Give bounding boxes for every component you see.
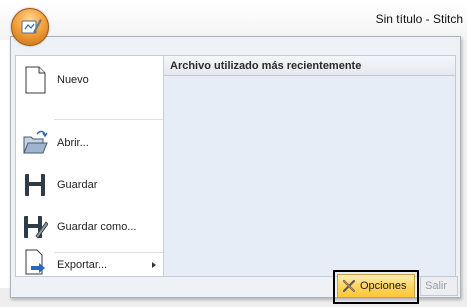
options-button[interactable]: Opciones [337, 274, 415, 298]
options-icon [342, 279, 356, 293]
save-icon [22, 170, 48, 200]
application-button[interactable] [11, 8, 49, 46]
menu-item-open[interactable]: Abrir... [16, 121, 163, 165]
menu-item-new[interactable]: Nuevo [16, 58, 163, 102]
application-menu: Nuevo Abrir... Guardar Guardar como... E… [10, 36, 461, 298]
menu-commands: Nuevo Abrir... Guardar Guardar como... E… [16, 56, 164, 276]
menu-item-label: Abrir... [57, 137, 89, 149]
exit-button[interactable]: Salir [420, 276, 458, 296]
recent-files-title: Archivo utilizado más recientemente [170, 60, 362, 72]
recent-files-header: Archivo utilizado más recientemente [164, 56, 455, 76]
export-icon [22, 248, 48, 278]
open-folder-icon [22, 128, 48, 158]
menu-item-save-as[interactable]: Guardar como... [16, 205, 163, 249]
exit-label: Salir [425, 280, 448, 292]
options-label: Opciones [360, 280, 407, 292]
menu-item-label: Exportar... [57, 259, 108, 271]
menu-item-label: Guardar [57, 179, 98, 191]
window-title: Sin título - Stitch [375, 12, 463, 26]
menu-content: Nuevo Abrir... Guardar Guardar como... E… [15, 55, 456, 277]
app-logo-icon [21, 19, 42, 34]
save-as-icon [22, 212, 49, 242]
menu-item-export[interactable]: Exportar... [16, 249, 163, 278]
recent-files-pane: Archivo utilizado más recientemente [164, 56, 455, 276]
menu-item-label: Nuevo [57, 74, 89, 86]
title-bar: Sin título - Stitch [0, 0, 467, 40]
menu-item-save[interactable]: Guardar [16, 163, 163, 207]
submenu-arrow-icon [152, 262, 156, 268]
new-document-icon [22, 65, 48, 95]
menu-item-label: Guardar como... [57, 221, 137, 233]
